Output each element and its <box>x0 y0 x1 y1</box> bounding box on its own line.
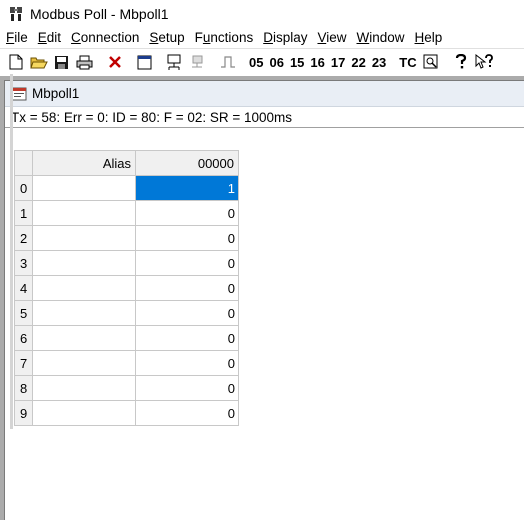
value-cell[interactable]: 0 <box>135 225 239 251</box>
toolbar-separator <box>212 52 213 72</box>
menu-display[interactable]: Display <box>258 28 312 48</box>
toolbar-separator <box>159 52 160 72</box>
alias-cell[interactable] <box>32 375 136 401</box>
table-header-row: Alias 00000 <box>14 150 239 176</box>
menu-bar: File Edit Connection Setup Functions Display V… <box>0 28 524 48</box>
row-header[interactable]: 6 <box>14 325 33 351</box>
alias-cell[interactable] <box>32 200 136 226</box>
table-row: 10 <box>14 200 239 226</box>
value-cell[interactable]: 0 <box>135 325 239 351</box>
value-cell[interactable]: 0 <box>135 250 239 276</box>
function-06-button[interactable]: 06 <box>266 51 286 73</box>
title-bar: Modbus Poll - Mbpoll1 <box>0 0 524 28</box>
row-header[interactable]: 7 <box>14 350 33 376</box>
value-cell[interactable]: 0 <box>135 200 239 226</box>
alias-cell[interactable] <box>32 350 136 376</box>
test-center-button[interactable]: TC <box>396 51 419 73</box>
register-table: Alias 00000 01102030405060708090 <box>14 150 239 426</box>
window-title: Modbus Poll - Mbpoll1 <box>30 6 169 22</box>
function-17-button[interactable]: 17 <box>328 51 348 73</box>
value-cell[interactable]: 0 <box>135 300 239 326</box>
row-header[interactable]: 0 <box>14 175 33 201</box>
context-help-icon[interactable] <box>473 51 496 73</box>
menu-help[interactable]: Help <box>410 28 448 48</box>
modbus-poll-app-icon[interactable] <box>8 6 24 22</box>
alias-cell[interactable] <box>32 275 136 301</box>
table-row: 60 <box>14 325 239 351</box>
row-header[interactable]: 2 <box>14 225 33 251</box>
function-16-button[interactable]: 16 <box>307 51 327 73</box>
grid-corner-cell[interactable] <box>14 150 33 176</box>
child-title-bar: Mbpoll1 <box>5 81 524 107</box>
value-cell[interactable]: 0 <box>135 275 239 301</box>
pulse-icon[interactable] <box>216 51 239 73</box>
table-row: 20 <box>14 225 239 251</box>
value-cell[interactable]: 1 <box>135 175 239 201</box>
table-row: 40 <box>14 275 239 301</box>
test-center-icon[interactable] <box>420 51 443 73</box>
row-header[interactable]: 1 <box>14 200 33 226</box>
toolbar-separator <box>445 52 447 72</box>
row-header[interactable]: 4 <box>14 275 33 301</box>
delete-icon[interactable] <box>103 51 126 73</box>
table-row: 01 <box>14 175 239 201</box>
menu-connection[interactable]: Connection <box>66 28 144 48</box>
value-cell[interactable]: 0 <box>135 350 239 376</box>
row-header[interactable]: 5 <box>14 300 33 326</box>
window-icon[interactable] <box>133 51 156 73</box>
menu-edit[interactable]: Edit <box>33 28 66 48</box>
print-icon[interactable] <box>73 51 96 73</box>
alias-cell[interactable] <box>32 175 136 201</box>
grid-left-edge <box>10 74 13 429</box>
table-row: 80 <box>14 375 239 401</box>
row-header[interactable]: 3 <box>14 250 33 276</box>
alias-cell[interactable] <box>32 225 136 251</box>
alias-cell[interactable] <box>32 325 136 351</box>
child-window-title: Mbpoll1 <box>32 86 80 101</box>
toolbar-separator <box>99 52 100 72</box>
alias-cell[interactable] <box>32 300 136 326</box>
alias-column-header[interactable]: Alias <box>32 150 136 176</box>
value-cell[interactable]: 0 <box>135 375 239 401</box>
alias-cell[interactable] <box>32 250 136 276</box>
disconnect-icon[interactable] <box>186 51 209 73</box>
table-row: 90 <box>14 400 239 426</box>
function-05-button[interactable]: 05 <box>246 51 266 73</box>
poll-status-line: Tx = 58: Err = 0: ID = 80: F = 02: SR = … <box>5 107 524 128</box>
menu-file[interactable]: File <box>0 28 33 48</box>
open-icon[interactable] <box>27 51 50 73</box>
function-15-button[interactable]: 15 <box>287 51 307 73</box>
help-icon[interactable] <box>450 51 473 73</box>
toolbar-separator <box>242 52 243 72</box>
function-22-button[interactable]: 22 <box>348 51 368 73</box>
row-header[interactable]: 8 <box>14 375 33 401</box>
toolbar-separator <box>129 52 130 72</box>
alias-cell[interactable] <box>32 400 136 426</box>
menu-setup[interactable]: Setup <box>144 28 189 48</box>
connect-icon[interactable] <box>163 51 186 73</box>
menu-window[interactable]: Window <box>352 28 410 48</box>
table-row: 30 <box>14 250 239 276</box>
menu-view[interactable]: View <box>312 28 351 48</box>
document-icon <box>11 86 27 102</box>
function-23-button[interactable]: 23 <box>369 51 389 73</box>
table-row: 70 <box>14 350 239 376</box>
menu-functions[interactable]: Functions <box>190 28 259 48</box>
data-grid: Alias 00000 01102030405060708090 <box>14 150 239 426</box>
toolbar: 05 06 15 16 17 22 23 TC <box>0 48 524 75</box>
value-cell[interactable]: 0 <box>135 400 239 426</box>
address-column-header[interactable]: 00000 <box>135 150 239 176</box>
row-header[interactable]: 9 <box>14 400 33 426</box>
table-row: 50 <box>14 300 239 326</box>
toolbar-separator <box>392 52 394 72</box>
new-icon[interactable] <box>4 51 27 73</box>
save-icon[interactable] <box>50 51 73 73</box>
